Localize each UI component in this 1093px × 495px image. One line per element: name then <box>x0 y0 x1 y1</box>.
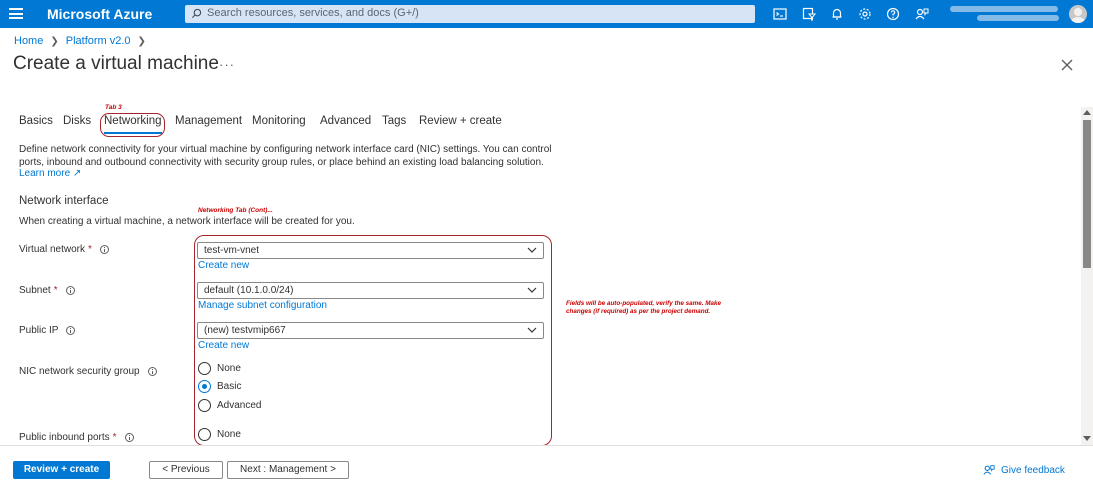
annotation-fields: Fields will be auto-populated, verify th… <box>566 300 722 315</box>
footer: Review + create < Previous Next : Manage… <box>0 445 1093 495</box>
tab-tags[interactable]: Tags <box>382 115 406 127</box>
search-input[interactable]: Search resources, services, and docs (G+… <box>185 5 755 23</box>
breadcrumb-platform[interactable]: Platform v2.0 <box>66 35 131 47</box>
info-icon[interactable] <box>147 367 157 376</box>
feedback-icon <box>983 465 995 475</box>
info-icon[interactable] <box>99 245 109 254</box>
chevron-right-icon: ❯ <box>137 35 146 47</box>
directory-filter-icon[interactable] <box>802 7 816 21</box>
external-link-icon: ↗ <box>72 168 82 179</box>
review-create-button[interactable]: Review + create <box>13 461 110 479</box>
scrollbar-thumb[interactable] <box>1083 120 1091 268</box>
avatar[interactable] <box>1069 5 1087 23</box>
learn-more-label: Learn more <box>19 168 71 179</box>
intro-text: Define network connectivity for your vir… <box>19 144 552 168</box>
section-subtitle: When creating a virtual machine, a netwo… <box>19 216 355 227</box>
info-icon[interactable] <box>66 326 76 335</box>
public-ip-label: Public IP <box>19 325 76 336</box>
required-marker: * <box>112 432 117 443</box>
brand-title[interactable]: Microsoft Azure <box>47 6 152 22</box>
virtual-network-label: Virtual network * <box>19 244 109 255</box>
next-button[interactable]: Next : Management > <box>227 461 349 479</box>
tab-disks[interactable]: Disks <box>63 115 91 127</box>
menu-icon[interactable] <box>9 8 23 19</box>
tab-management[interactable]: Management <box>175 115 242 127</box>
nsg-label: NIC network security group <box>19 366 157 377</box>
search-icon <box>191 8 202 19</box>
help-icon[interactable] <box>886 7 900 21</box>
previous-button[interactable]: < Previous <box>149 461 223 479</box>
scroll-up-icon[interactable] <box>1083 110 1091 115</box>
settings-icon[interactable] <box>858 7 872 21</box>
page-title: Create a virtual machine <box>13 53 219 74</box>
tab-review-create[interactable]: Review + create <box>419 115 502 127</box>
tab-advanced[interactable]: Advanced <box>320 115 371 127</box>
required-marker: * <box>87 244 92 255</box>
inbound-ports-label: Public inbound ports * <box>19 432 134 443</box>
annotation-tab-highlight <box>100 113 165 137</box>
tab-monitoring[interactable]: Monitoring <box>252 115 306 127</box>
notifications-icon[interactable] <box>830 7 844 21</box>
scroll-down-icon[interactable] <box>1083 436 1091 441</box>
annotation-networking: Networking Tab (Cont)... <box>198 207 273 214</box>
feedback-icon[interactable] <box>915 7 929 21</box>
nsg-label-text: NIC network security group <box>19 366 140 377</box>
virtual-network-label-text: Virtual network <box>19 244 85 255</box>
give-feedback-link[interactable]: Give feedback <box>983 464 1065 476</box>
breadcrumb: Home ❯ Platform v2.0 ❯ <box>14 35 153 47</box>
search-placeholder: Search resources, services, and docs (G+… <box>207 7 419 19</box>
inbound-ports-label-text: Public inbound ports <box>19 432 110 443</box>
more-icon[interactable]: ··· <box>219 57 235 72</box>
tab-basics[interactable]: Basics <box>19 115 53 127</box>
required-marker: * <box>53 285 58 296</box>
learn-more-link[interactable]: Learn more ↗ <box>19 168 81 179</box>
breadcrumb-home[interactable]: Home <box>14 35 43 47</box>
annotation-fields-highlight <box>194 235 552 446</box>
subnet-label-text: Subnet <box>19 285 51 296</box>
subnet-label: Subnet * <box>19 285 75 296</box>
top-bar: Microsoft Azure Search resources, servic… <box>0 0 1093 28</box>
annotation-tab: Tab 3 <box>105 104 122 111</box>
account-info[interactable] <box>945 4 1063 24</box>
cloud-shell-icon[interactable] <box>773 7 787 21</box>
info-icon[interactable] <box>65 286 75 295</box>
close-icon[interactable] <box>1061 59 1073 71</box>
section-title: Network interface <box>19 195 109 207</box>
info-icon[interactable] <box>124 433 134 442</box>
public-ip-label-text: Public IP <box>19 325 59 336</box>
give-feedback-label: Give feedback <box>1001 464 1065 476</box>
chevron-right-icon: ❯ <box>50 35 59 47</box>
